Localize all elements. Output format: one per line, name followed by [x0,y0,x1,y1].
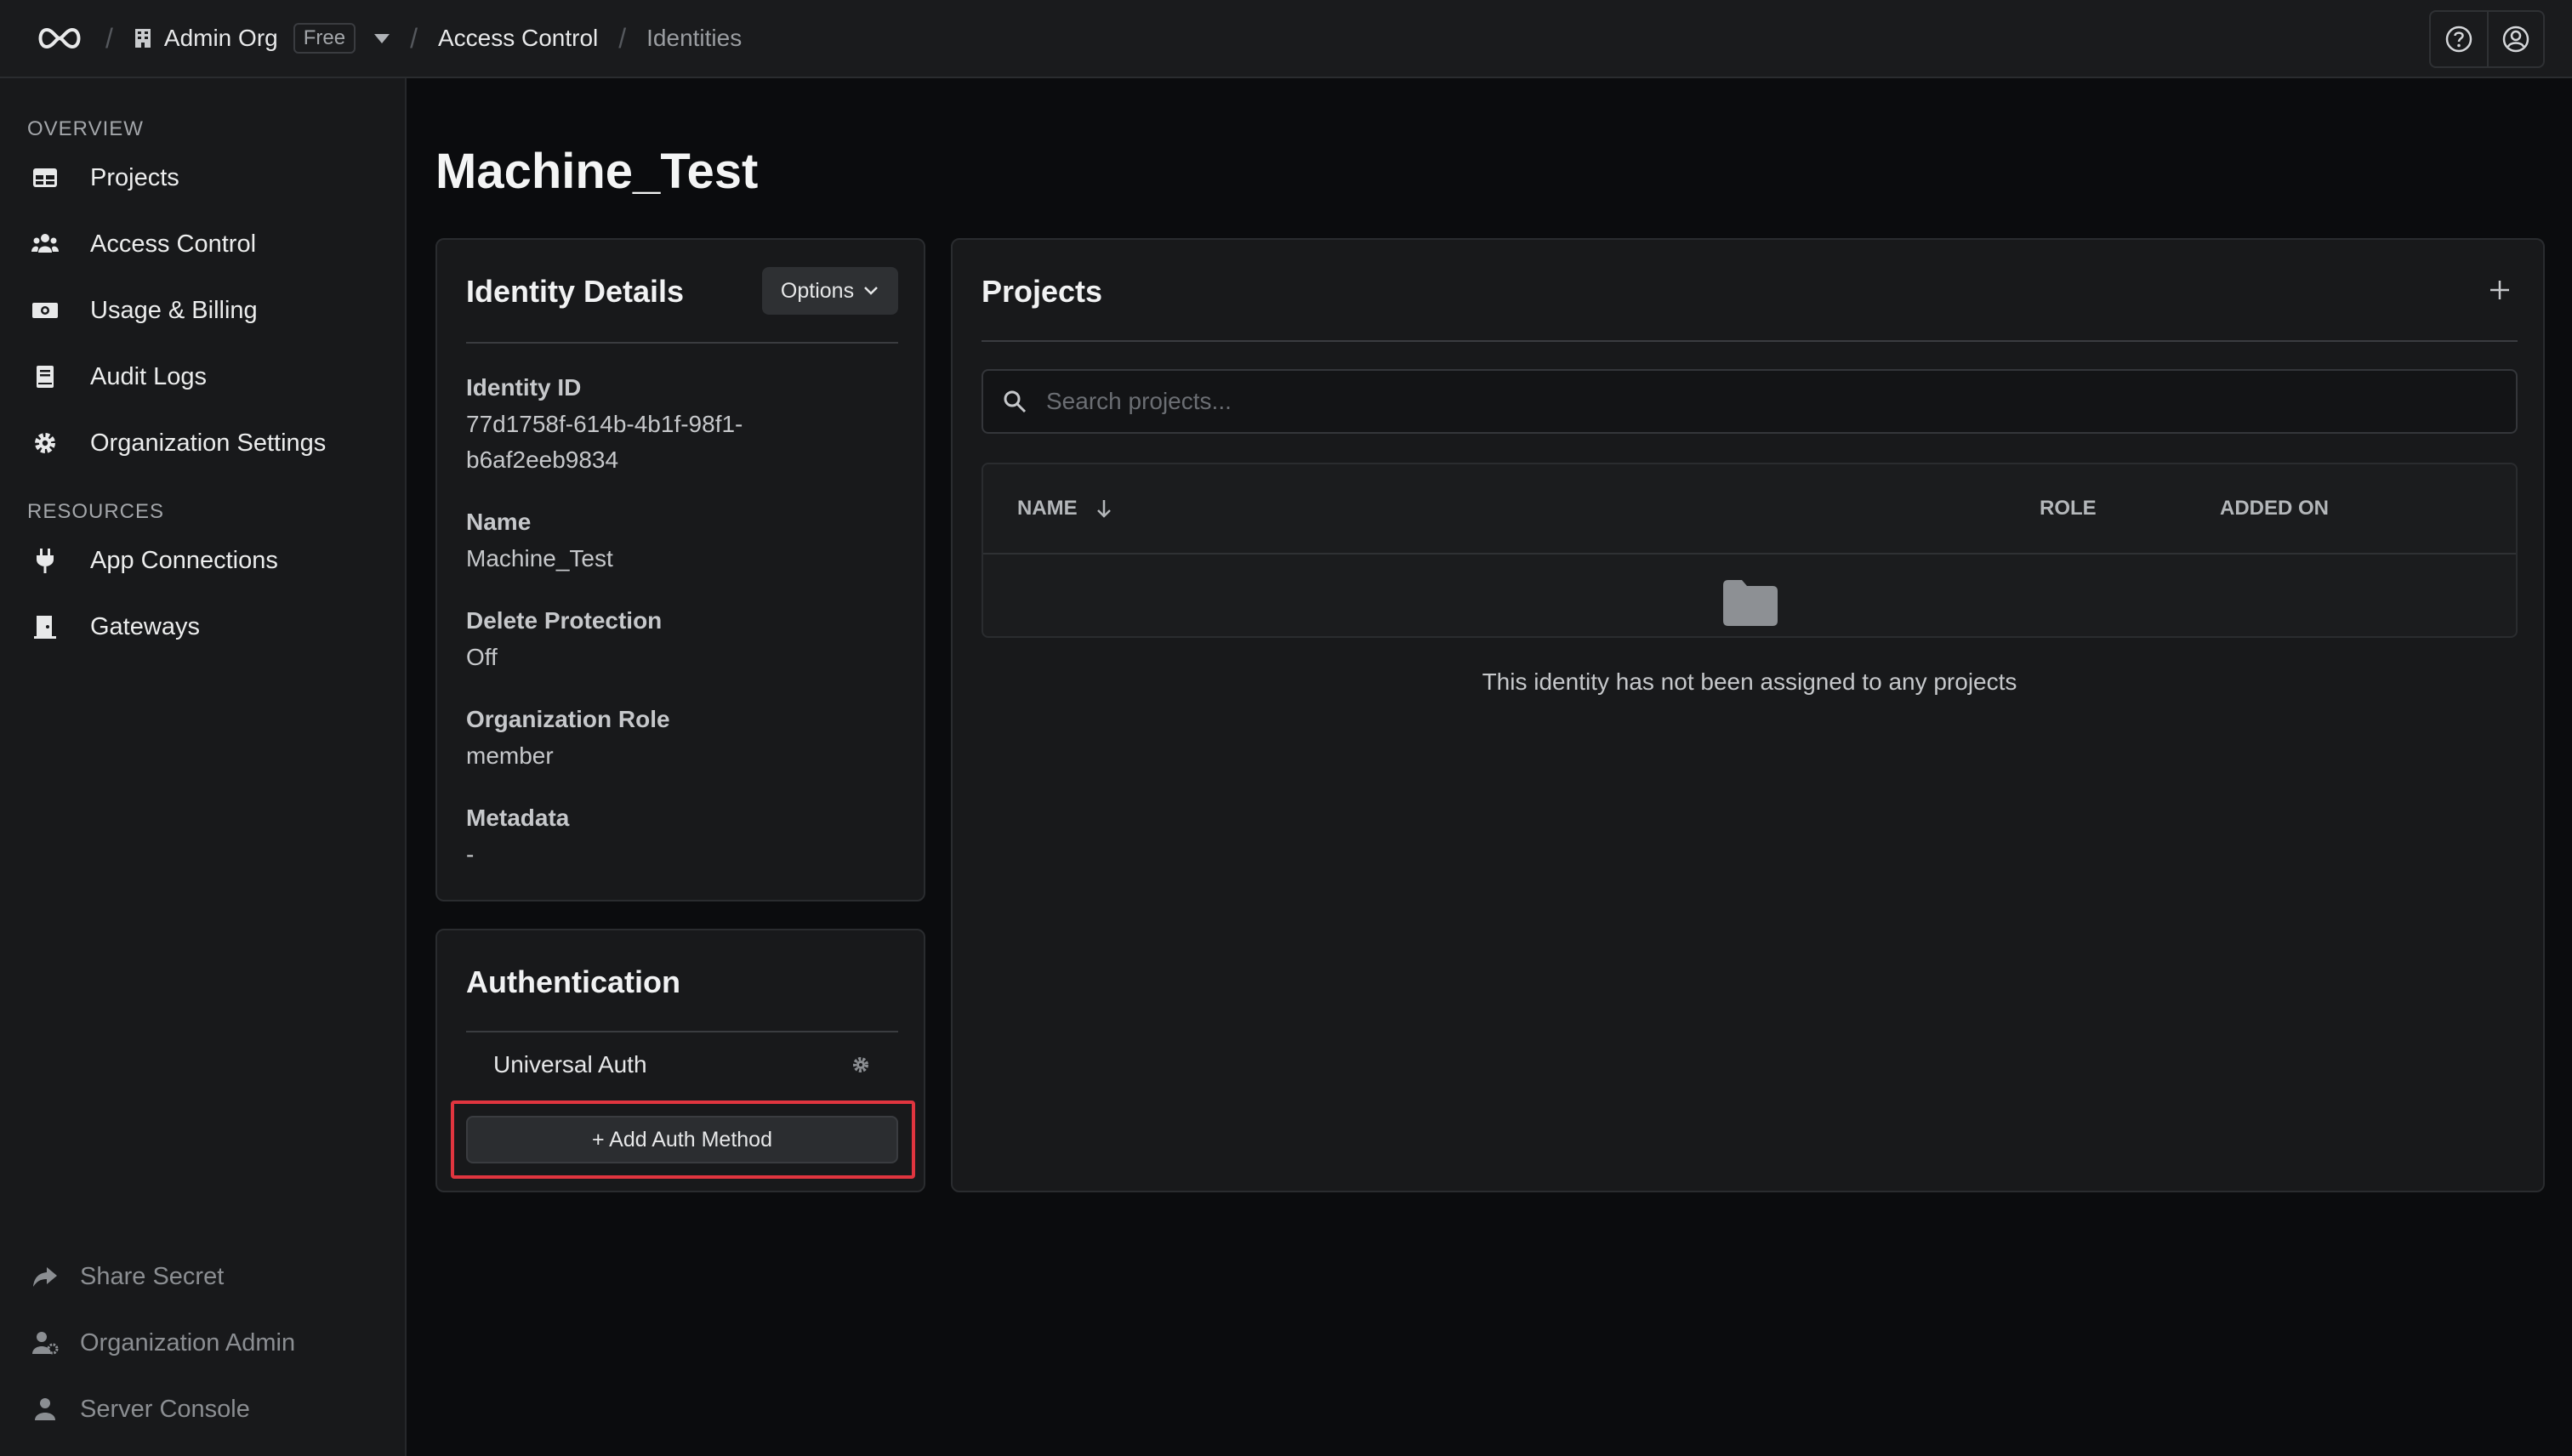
sidebar-item-label: Gateways [90,612,200,640]
breadcrumb-separator: / [410,22,418,54]
table-icon [33,168,57,187]
top-right-actions [2429,10,2545,68]
sidebar-item-label: Server Console [80,1395,250,1423]
door-icon [34,616,56,639]
top-bar: / Admin Org Free / Access Control / Iden… [0,0,2572,78]
field-label-identity-id: Identity ID [466,374,582,401]
card-divider [982,340,2518,342]
breadcrumb-identities[interactable]: Identities [646,25,742,52]
org-dropdown-chevron-icon[interactable] [374,33,390,43]
authentication-title: Authentication [466,964,680,999]
chevron-down-icon [864,287,878,295]
add-auth-method-button[interactable]: + Add Auth Method [466,1116,898,1163]
identity-id-line-2: b6af2eeb9834 [466,446,619,473]
plug-icon [37,549,54,573]
card-divider [466,342,898,344]
user-gear-icon [32,1332,59,1355]
sidebar-item-label: Share Secret [80,1262,225,1290]
user-menu-button[interactable] [2487,12,2543,66]
users-icon [31,234,59,253]
sidebar-section-overview: OVERVIEW [27,117,144,140]
breadcrumb-separator: / [618,22,627,54]
field-label-metadata: Metadata [466,805,570,831]
sidebar-item-label: Projects [90,163,179,191]
projects-card: Projects NAME ROLE ADDED ON This identit… [951,238,2545,1192]
building-icon [134,29,151,48]
field-label-delete-protection: Delete Protection [466,607,663,634]
sidebar-item-label: Usage & Billing [90,296,258,324]
column-header-role: ROLE [2040,497,2097,520]
breadcrumb-separator: / [105,22,113,54]
help-button[interactable] [2431,12,2487,66]
options-button[interactable]: Options [762,267,898,315]
page-title: Machine_Test [435,144,759,199]
project-search-box[interactable] [982,369,2518,434]
sidebar-item-access-control[interactable]: Access Control [31,230,256,259]
sort-arrow-down-icon [1096,500,1111,518]
column-header-added-on: ADDED ON [2220,497,2330,520]
auth-method-universal-auth[interactable]: Universal Auth [493,1051,647,1078]
auth-method-settings-gear-icon[interactable] [851,1055,871,1075]
sidebar-item-app-connections[interactable]: App Connections [31,546,278,575]
sidebar-item-label: App Connections [90,546,278,574]
empty-folder-icon [1723,580,1778,626]
share-icon [33,1267,57,1287]
sidebar-item-organization-admin[interactable]: Organization Admin [31,1328,295,1357]
sidebar-item-share-secret[interactable]: Share Secret [31,1262,224,1291]
sidebar-item-gateways[interactable]: Gateways [31,612,200,641]
sidebar-item-label: Organization Admin [80,1328,296,1356]
card-divider [466,1031,898,1032]
add-project-plus-icon[interactable] [2487,277,2512,303]
options-label: Options [780,278,855,303]
sidebar-item-organization-settings[interactable]: Organization Settings [31,429,326,458]
column-label: NAME [1017,497,1078,520]
field-value-identity-id: 77d1758f-614b-4b1f-98f1- b6af2eeb9834 [466,407,743,478]
plan-badge: Free [293,23,356,54]
search-icon [1004,390,1027,413]
sidebar: OVERVIEW Projects Access Control Usage &… [0,78,407,1456]
sidebar-item-server-console[interactable]: Server Console [31,1395,250,1424]
table-header: NAME ROLE ADDED ON [983,464,2516,555]
identity-id-line-1: 77d1758f-614b-4b1f-98f1- [466,411,743,437]
field-label-organization-role: Organization Role [466,706,670,732]
search-input[interactable] [1046,388,2407,415]
sidebar-item-label: Access Control [90,230,257,258]
field-value-name: Machine_Test [466,545,613,572]
identity-details-card: Identity Details Options Identity ID 77d… [435,238,925,901]
help-icon [2445,26,2472,53]
org-name[interactable]: Admin Org [164,25,278,52]
gear-icon [35,433,55,453]
user-circle-icon [2502,26,2529,53]
projects-title: Projects [982,274,1103,309]
authentication-card: Authentication Universal Auth + Add Auth… [435,929,925,1192]
user-icon [35,1398,55,1420]
empty-state-text: This identity has not been assigned to a… [1482,668,2017,695]
book-icon [37,366,54,388]
money-icon [32,303,58,318]
column-header-name[interactable]: NAME [1017,497,1113,520]
sidebar-item-audit-logs[interactable]: Audit Logs [31,362,207,391]
field-label-name: Name [466,509,532,535]
sidebar-item-projects[interactable]: Projects [31,163,179,192]
breadcrumb-access-control[interactable]: Access Control [438,25,598,52]
sidebar-item-label: Organization Settings [90,429,327,457]
projects-table: NAME ROLE ADDED ON This identity has not… [982,463,2518,695]
sidebar-item-usage-billing[interactable]: Usage & Billing [31,296,258,325]
sidebar-section-resources: RESOURCES [27,500,165,523]
identity-details-title: Identity Details [466,274,685,309]
field-value-organization-role: member [466,742,554,769]
field-value-delete-protection: Off [466,644,498,670]
sidebar-item-label: Audit Logs [90,362,208,390]
breadcrumb: / Admin Org Free / Access Control / Iden… [34,23,742,54]
infinity-logo-icon[interactable] [34,24,85,53]
field-value-metadata: - [466,841,475,867]
